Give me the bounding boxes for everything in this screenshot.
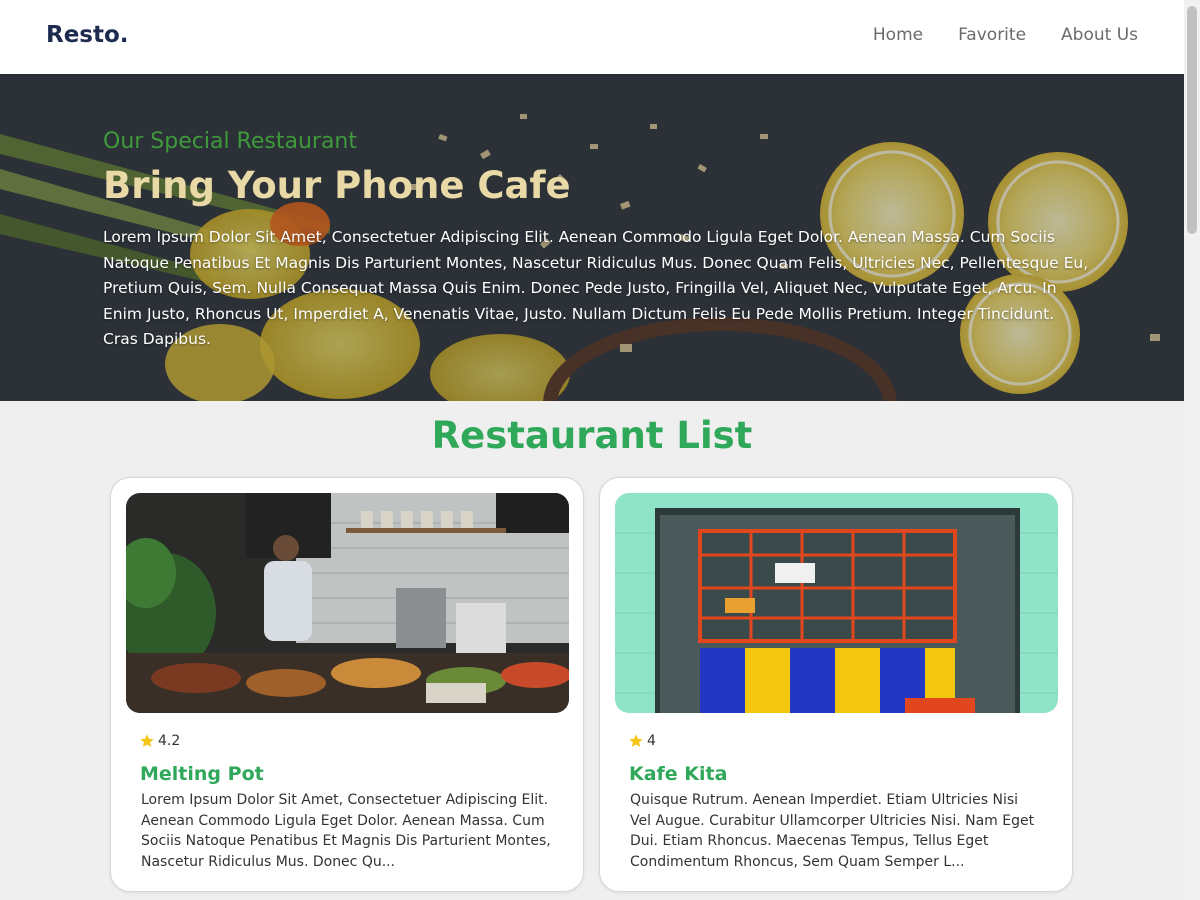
brand-logo[interactable]: Resto. [46, 22, 129, 48]
hero-subtitle: Our Special Restaurant [103, 129, 357, 154]
rating-value: 4 [647, 733, 656, 749]
rating-value: 4.2 [158, 733, 181, 749]
restaurant-name[interactable]: Kafe Kita [629, 763, 727, 785]
star-icon [140, 734, 154, 747]
nav-home-link[interactable]: Home [873, 25, 923, 45]
restaurant-image [615, 493, 1058, 713]
vertical-scrollbar[interactable] [1184, 0, 1200, 900]
main-nav: Home Favorite About Us [873, 25, 1138, 45]
nav-about-link[interactable]: About Us [1061, 25, 1138, 45]
restaurant-name[interactable]: Melting Pot [140, 763, 264, 785]
restaurant-card[interactable]: 4 Kafe Kita Quisque Rutrum. Aenean Imper… [599, 477, 1073, 892]
page: Resto. Home Favorite About Us Our Specia… [0, 0, 1184, 900]
restaurant-description: Lorem Ipsum Dolor Sit Amet, Consectetuer… [141, 792, 551, 870]
star-icon [629, 734, 643, 747]
hero-banner: Our Special Restaurant Bring Your Phone … [0, 74, 1184, 401]
nav-favorite-link[interactable]: Favorite [958, 25, 1026, 45]
rating: 4.2 [139, 733, 180, 749]
app-header: Resto. Home Favorite About Us [0, 0, 1184, 74]
restaurant-card[interactable]: 4.2 Melting Pot Lorem Ipsum Dolor Sit Am… [110, 477, 584, 892]
rating: 4 [628, 733, 656, 749]
hero-description: Lorem Ipsum Dolor Sit Amet, Consectetuer… [103, 228, 1089, 348]
scrollbar-thumb[interactable] [1187, 6, 1197, 234]
hero-title: Bring Your Phone Cafe [103, 164, 571, 207]
section-title: Restaurant List [431, 414, 753, 457]
restaurant-description: Quisque Rutrum. Aenean Imperdiet. Etiam … [630, 792, 1035, 870]
restaurant-image [126, 493, 569, 713]
